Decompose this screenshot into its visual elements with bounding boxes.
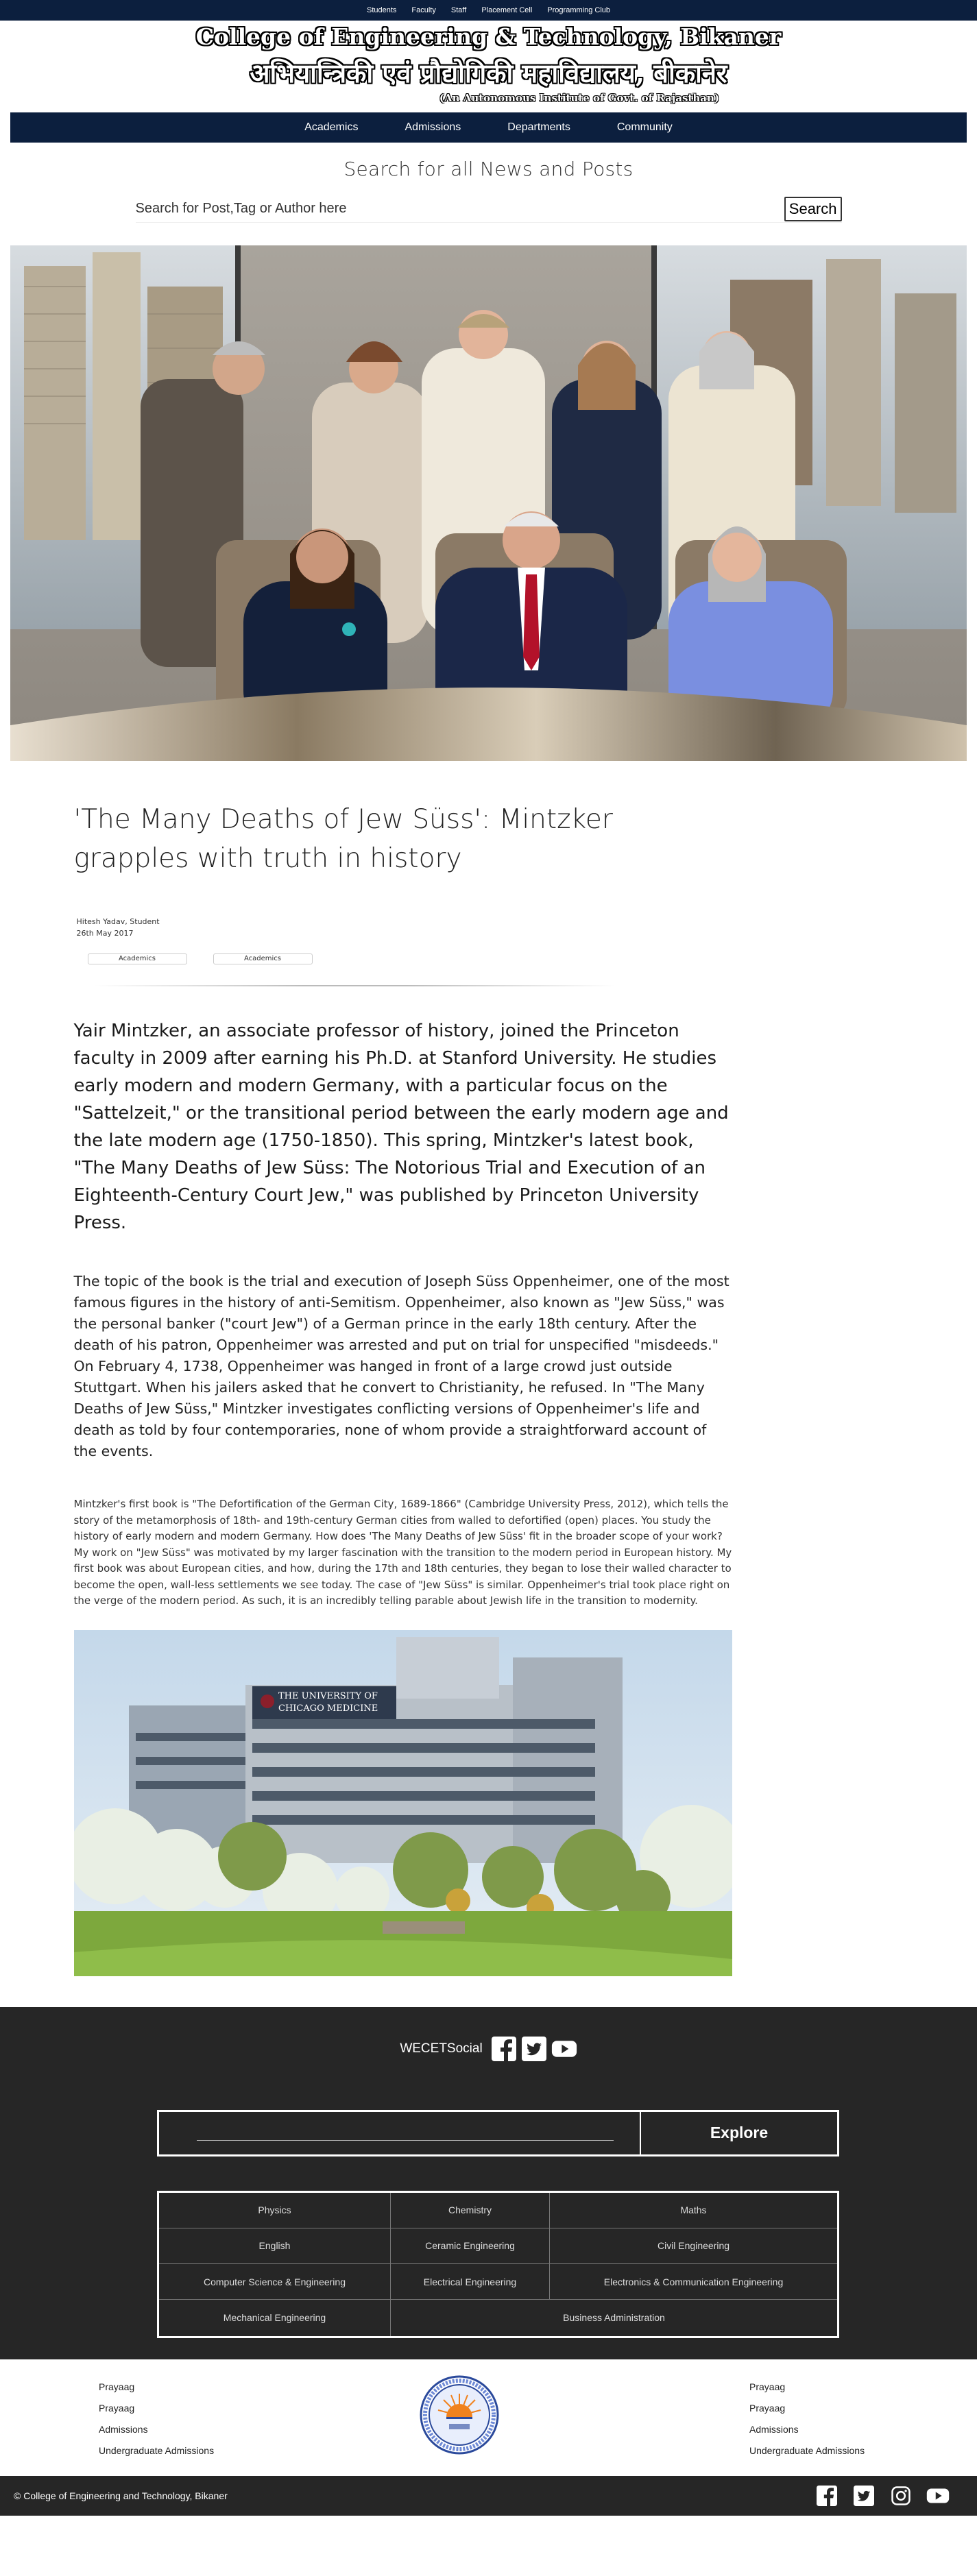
divider (94, 985, 616, 986)
top-link-programming-club[interactable]: Programming Club (547, 6, 610, 14)
main-nav: Academics Admissions Departments Communi… (10, 112, 967, 143)
youtube-icon[interactable] (926, 2484, 950, 2507)
hero-group-photo (10, 245, 967, 761)
nav-departments[interactable]: Departments (484, 121, 594, 134)
instagram-icon[interactable] (889, 2484, 913, 2507)
article-title: 'The Many Deaths of Jew Süss': Mintzker … (73, 804, 613, 874)
dept-link-maths[interactable]: Maths (550, 2193, 837, 2228)
article-tags: Academics Academics (74, 953, 794, 964)
departments-row: Computer Science & Engineering Electrica… (159, 2264, 837, 2300)
top-link-students[interactable]: Students (367, 6, 396, 14)
facebook-icon[interactable] (491, 2036, 517, 2062)
youtube-icon[interactable] (551, 2036, 577, 2062)
departments-row: Physics Chemistry Maths (159, 2192, 837, 2228)
dept-link-computer-science[interactable]: Computer Science & Engineering (159, 2264, 391, 2300)
dept-link-physics[interactable]: Physics (159, 2192, 391, 2228)
nav-admissions[interactable]: Admissions (381, 121, 484, 134)
search-heading: Search for all News and Posts (343, 158, 634, 180)
article: 'The Many Deaths of Jew Süss': Mintzker … (73, 800, 794, 1976)
explore-button[interactable]: Explore (640, 2111, 837, 2154)
facebook-icon[interactable] (815, 2484, 839, 2507)
explore-input[interactable] (159, 2112, 640, 2154)
masthead: College of Engineering & Technology, Bik… (0, 21, 977, 112)
building-photo-illustration: THE UNIVERSITY OF CHICAGO MEDICINE (73, 1629, 732, 1976)
building-sign-line1: THE UNIVERSITY OF (278, 1691, 378, 1701)
article-lead-paragraph: Yair Mintzker, an associate professor of… (73, 1021, 729, 1233)
footer-link-admissions[interactable]: Admissions (99, 2419, 214, 2440)
site-title-hindi: अभियान्त्रिकी एवं प्रौद्योगिकी महाविद्या… (250, 58, 727, 88)
article-author[interactable]: Hitesh Yadav, Student (77, 916, 794, 927)
explore-search-box: Explore (157, 2109, 839, 2156)
top-utility-bar: Students Faculty Staff Placement Cell Pr… (0, 0, 977, 21)
article-byline: Hitesh Yadav, Student 26th May 2017 (74, 916, 794, 939)
building-sign-line2: CHICAGO MEDICINE (278, 1703, 378, 1714)
dept-link-ceramic-engineering[interactable]: Ceramic Engineering (391, 2228, 550, 2263)
search-input[interactable] (135, 195, 739, 221)
dept-link-civil-engineering[interactable]: Civil Engineering (550, 2228, 837, 2263)
college-seal-logo (419, 2374, 500, 2455)
group-photo-illustration (10, 245, 967, 761)
footer-link-admissions[interactable]: Admissions (749, 2419, 865, 2440)
dept-link-mechanical-engineering[interactable]: Mechanical Engineering (159, 2300, 391, 2336)
departments-grid: Physics Chemistry Maths English Ceramic … (157, 2190, 839, 2338)
footer-link-prayaag[interactable]: Prayaag (749, 2398, 865, 2419)
article-paragraph: Mintzker's first book is "The Defortific… (73, 1498, 732, 1607)
search-button[interactable]: Search (784, 197, 842, 221)
twitter-icon[interactable] (521, 2036, 547, 2062)
nav-community[interactable]: Community (594, 121, 696, 134)
social-links: WECETSocial (0, 2036, 977, 2062)
site-title-english[interactable]: College of Engineering & Technology, Bik… (0, 23, 977, 50)
article-date: 26th May 2017 (76, 929, 134, 938)
social-label: WECETSocial (400, 2041, 483, 2056)
search-bar: Search (135, 195, 842, 223)
footer-links-right: Prayaag Prayaag Admissions Undergraduate… (749, 2377, 865, 2462)
footer-links-left: Prayaag Prayaag Admissions Undergraduate… (99, 2377, 214, 2462)
top-link-staff[interactable]: Staff (451, 6, 466, 14)
footer-link-prayaag[interactable]: Prayaag (99, 2398, 214, 2419)
departments-row: Mechanical Engineering Business Administ… (159, 2300, 837, 2336)
departments-row: English Ceramic Engineering Civil Engine… (159, 2228, 837, 2264)
article-paragraph: The topic of the book is the trial and e… (73, 1273, 729, 1459)
footer-links: Prayaag Prayaag Admissions Undergraduate… (0, 2359, 977, 2476)
bottom-social-icons (815, 2484, 950, 2507)
tag-academics[interactable]: Academics (87, 953, 187, 964)
explore-input-underline (197, 2139, 614, 2141)
dept-link-electrical-engineering[interactable]: Electrical Engineering (391, 2264, 550, 2300)
dept-link-business-administration[interactable]: Business Administration (391, 2300, 837, 2335)
footer-link-undergraduate-admissions[interactable]: Undergraduate Admissions (749, 2440, 865, 2462)
bottom-bar: © College of Engineering and Technology,… (0, 2475, 977, 2516)
site-subtitle: (An Autonomous Institute of Govt. of Raj… (439, 92, 719, 104)
dept-link-electronics-communication[interactable]: Electronics & Communication Engineering (550, 2264, 837, 2299)
tag-academics[interactable]: Academics (213, 953, 313, 964)
twitter-icon[interactable] (852, 2484, 876, 2507)
footer-explore-section: WECETSocial Explore Physics Chemistry Ma… (0, 2006, 977, 2359)
nav-academics[interactable]: Academics (281, 121, 381, 134)
top-link-placement-cell[interactable]: Placement Cell (481, 6, 532, 14)
footer-link-undergraduate-admissions[interactable]: Undergraduate Admissions (99, 2440, 214, 2462)
article-building-photo: THE UNIVERSITY OF CHICAGO MEDICINE (73, 1629, 732, 1976)
copyright-text: © College of Engineering and Technology,… (14, 2490, 228, 2501)
footer-link-prayaag[interactable]: Prayaag (749, 2377, 865, 2398)
dept-link-english[interactable]: English (159, 2228, 391, 2263)
footer-link-prayaag[interactable]: Prayaag (99, 2377, 214, 2398)
dept-link-chemistry[interactable]: Chemistry (391, 2192, 550, 2228)
top-link-faculty[interactable]: Faculty (411, 6, 435, 14)
